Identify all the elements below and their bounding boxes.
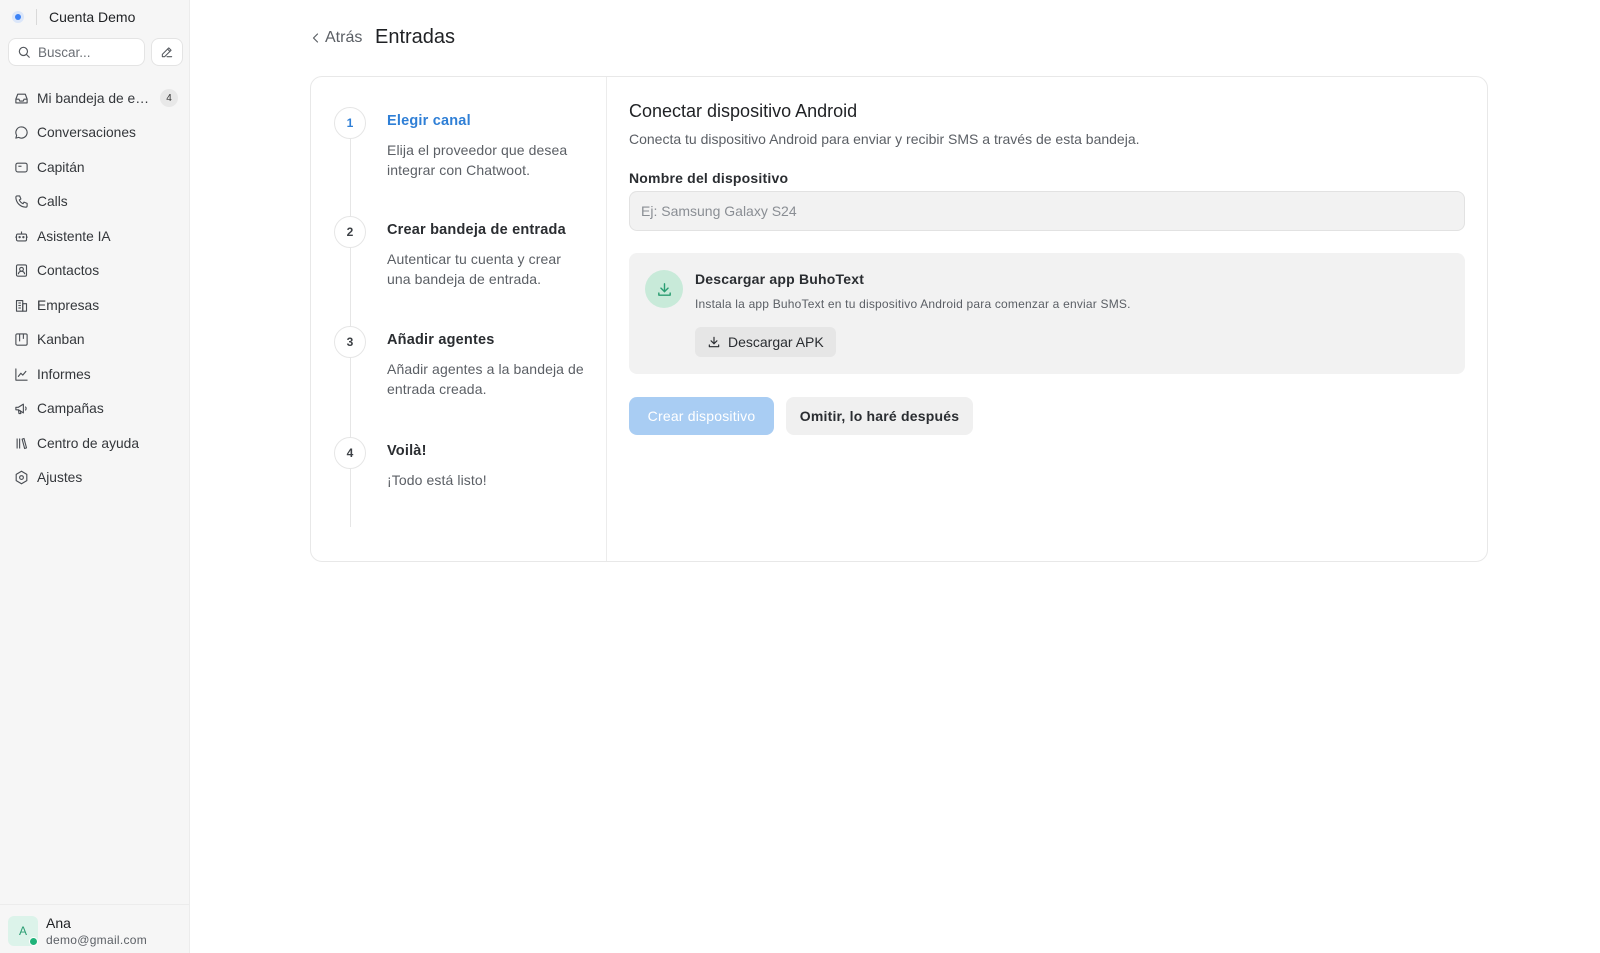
sidebar-item-campaigns[interactable]: Campañas [8, 392, 182, 427]
search-icon [18, 46, 30, 58]
sidebar-item-conversations[interactable]: Conversaciones [8, 116, 182, 151]
user-email: demo@gmail.com [46, 933, 148, 947]
inbox-icon [15, 93, 28, 104]
step-title: Elegir canal [387, 113, 471, 129]
download-apk-label: Descargar APK [728, 334, 824, 350]
settings-icon [15, 470, 28, 485]
account-name: Cuenta Demo [49, 9, 136, 25]
create-device-button[interactable]: Crear dispositivo [629, 397, 774, 435]
sidebar-item-label: Asistente IA [37, 228, 111, 244]
sidebar-item-label: Conversaciones [37, 125, 136, 141]
form-title: Conectar dispositivo Android [629, 101, 858, 121]
step-title: Crear bandeja de entrada [387, 222, 566, 238]
form-subtitle: Conecta tu dispositivo Android para envi… [629, 131, 1140, 147]
user-menu[interactable]: A Ana demo@gmail.com [0, 904, 190, 953]
search-box[interactable] [8, 38, 145, 66]
sidebar-item-label: Capitán [37, 159, 85, 175]
sidebar-item-label: Centro de ayuda [37, 435, 140, 451]
back-button[interactable]: Atrás [310, 29, 362, 47]
chat-bubble-icon [15, 126, 28, 139]
bot-icon [15, 231, 28, 242]
divider [36, 9, 37, 25]
sidebar-item-reports[interactable]: Informes [8, 357, 182, 392]
sidebar-item-label: Campañas [37, 401, 104, 417]
unread-count-badge: 4 [160, 89, 178, 108]
sidebar-item-ai-assistant[interactable]: Asistente IA [8, 219, 182, 254]
kanban-icon [15, 333, 28, 346]
download-app-panel: Descargar app BuhoText Instala la app Bu… [629, 253, 1465, 374]
sidebar-item-captain[interactable]: Capitán [8, 150, 182, 185]
step-number: 2 [334, 216, 366, 248]
sidebar-item-settings[interactable]: Ajustes [8, 461, 182, 496]
sidebar-item-inbox[interactable]: Mi bandeja de entrada 4 [8, 81, 182, 116]
megaphone-icon [15, 403, 27, 415]
step-title: Añadir agentes [387, 332, 495, 348]
step-description: Elija el proveedor que desea integrar co… [387, 142, 568, 178]
sidebar-item-label: Informes [37, 366, 91, 382]
sidebar-item-label: Ajustes [37, 470, 83, 486]
wizard-steps: 1 Elegir canal Elija el proveedor que de… [311, 77, 607, 561]
step-description: Añadir agentes a la bandeja de entrada c… [387, 361, 584, 397]
step-number: 3 [334, 326, 366, 358]
phone-icon [15, 195, 28, 208]
captain-icon [15, 162, 28, 173]
step-number: 1 [334, 107, 366, 139]
sidebar: Cuenta Demo Mi bandeja de entrada 4 Conv… [0, 0, 190, 953]
search-input[interactable] [38, 44, 133, 60]
download-app-description: Instala la app BuhoText en tu dispositiv… [695, 297, 1131, 311]
inbox-setup-card: 1 Elegir canal Elija el proveedor que de… [310, 76, 1488, 562]
account-logo-icon [12, 11, 24, 23]
sidebar-item-kanban[interactable]: Kanban [8, 323, 182, 358]
download-icon [708, 336, 720, 348]
building-icon [15, 299, 28, 312]
sidebar-item-companies[interactable]: Empresas [8, 288, 182, 323]
step-title: Voilà! [387, 443, 427, 459]
library-icon [16, 437, 28, 449]
device-name-label: Nombre del dispositivo [629, 170, 789, 186]
sidebar-item-label: Mi bandeja de entrada [37, 90, 155, 106]
page-title: Entradas [375, 26, 456, 48]
online-status-icon [29, 937, 38, 946]
sidebar-nav: Mi bandeja de entrada 4 Conversaciones C… [8, 81, 182, 495]
step-description: Autenticar tu cuenta y crear una bandeja… [387, 251, 561, 287]
download-apk-button[interactable]: Descargar APK [695, 327, 836, 357]
download-badge [645, 270, 683, 308]
sidebar-item-calls[interactable]: Calls [8, 185, 182, 220]
skip-button[interactable]: Omitir, lo haré después [786, 397, 973, 435]
back-label: Atrás [325, 29, 363, 46]
sidebar-item-label: Empresas [37, 297, 100, 313]
account-switcher[interactable]: Cuenta Demo [12, 6, 135, 28]
step-number: 4 [334, 437, 366, 469]
pencil-edit-icon [161, 47, 173, 58]
line-chart-icon [15, 368, 28, 381]
step-description: ¡Todo está listo! [387, 472, 487, 488]
sidebar-item-contacts[interactable]: Contactos [8, 254, 182, 289]
device-name-input[interactable] [629, 191, 1465, 231]
contact-card-icon [15, 264, 28, 277]
sidebar-item-label: Contactos [37, 263, 100, 279]
download-icon [657, 282, 671, 296]
download-app-title: Descargar app BuhoText [695, 271, 865, 287]
user-name: Ana [46, 915, 71, 931]
chevron-left-icon [312, 33, 319, 43]
sidebar-item-label: Calls [37, 194, 68, 210]
sidebar-item-label: Kanban [37, 332, 85, 348]
sidebar-item-help-center[interactable]: Centro de ayuda [8, 426, 182, 461]
compose-button[interactable] [151, 38, 183, 66]
